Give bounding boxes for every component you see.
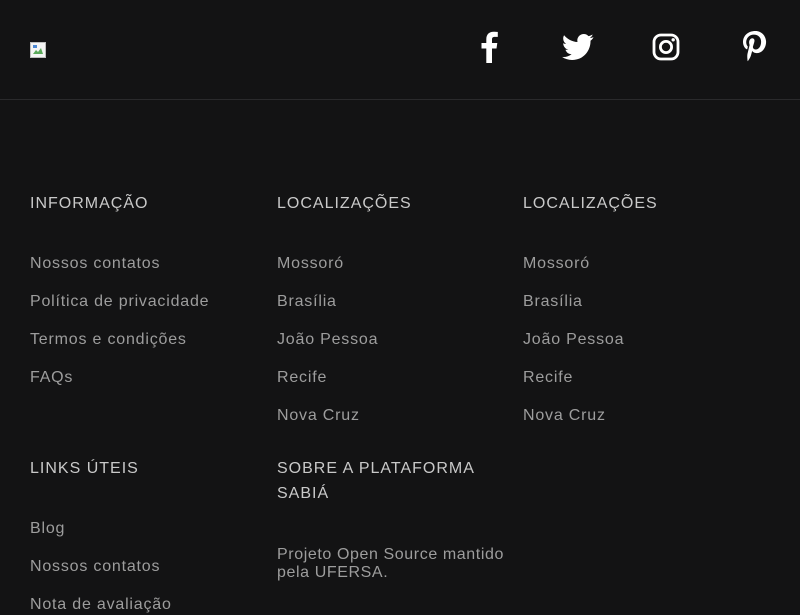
instagram-icon (652, 33, 680, 61)
useful-link-contacts[interactable]: Nossos contatos (30, 557, 160, 577)
pinterest-link[interactable] (737, 29, 773, 65)
top-bar (0, 0, 800, 100)
locations-heading-1: LOCALIZAÇÕES (277, 195, 412, 212)
location-link-nova-cruz[interactable]: Nova Cruz (277, 406, 360, 426)
facebook-link[interactable] (471, 29, 507, 65)
info-link-terms[interactable]: Termos e condições (30, 330, 187, 350)
about-text-line1: Projeto Open Source mantido (277, 546, 504, 563)
location-link-brasilia-2[interactable]: Brasília (523, 292, 583, 312)
useful-links-heading: LINKS ÚTEIS (30, 460, 139, 477)
logo-broken-image-icon[interactable] (30, 42, 46, 58)
location-link-mossoro[interactable]: Mossoró (277, 254, 344, 274)
about-text-line2: pela UFERSA. (277, 564, 389, 581)
useful-link-rating[interactable]: Nota de avaliação (30, 595, 172, 615)
facebook-icon (481, 31, 498, 63)
location-link-brasilia[interactable]: Brasília (277, 292, 337, 312)
info-link-privacy[interactable]: Política de privacidade (30, 292, 209, 312)
pinterest-icon (743, 31, 767, 62)
locations-heading-2: LOCALIZAÇÕES (523, 195, 658, 212)
twitter-icon (562, 34, 594, 60)
location-link-joao-pessoa[interactable]: João Pessoa (277, 330, 378, 350)
useful-link-blog[interactable]: Blog (30, 519, 65, 539)
location-link-recife-2[interactable]: Recife (523, 368, 573, 388)
location-link-mossoro-2[interactable]: Mossoró (523, 254, 590, 274)
location-link-nova-cruz-2[interactable]: Nova Cruz (523, 406, 606, 426)
info-link-faqs[interactable]: FAQs (30, 368, 73, 388)
info-link-contacts[interactable]: Nossos contatos (30, 254, 160, 274)
location-link-recife[interactable]: Recife (277, 368, 327, 388)
instagram-link[interactable] (648, 29, 684, 65)
info-heading: INFORMAÇÃO (30, 195, 149, 212)
broken-image-icon (30, 42, 46, 58)
twitter-link[interactable] (560, 29, 596, 65)
about-heading-line1: SOBRE A PLATAFORMA (277, 460, 475, 477)
about-heading-line2: SABIÁ (277, 485, 330, 502)
location-link-joao-pessoa-2[interactable]: João Pessoa (523, 330, 624, 350)
